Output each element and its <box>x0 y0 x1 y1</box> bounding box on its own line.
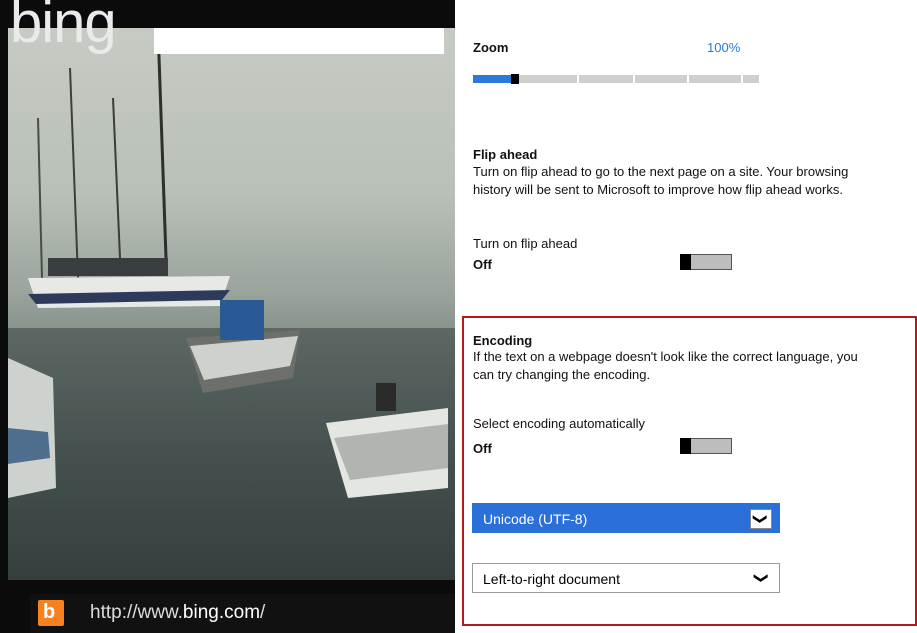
zoom-label: Zoom <box>473 40 509 55</box>
text-direction-select[interactable]: Left-to-right document ❯ <box>472 563 780 593</box>
zoom-slider-track[interactable] <box>519 75 759 83</box>
flip-ahead-toggle[interactable] <box>680 254 732 270</box>
bing-preview-panel: bing b http://www.bing.com/ <box>0 0 455 633</box>
chevron-down-icon[interactable]: ❯ <box>750 509 772 529</box>
bing-b-icon: b <box>38 600 64 626</box>
encoding-select-value: Unicode (UTF-8) <box>483 511 588 527</box>
zoom-slider[interactable] <box>473 74 759 84</box>
encoding-select[interactable]: Unicode (UTF-8) ❯ <box>472 503 780 533</box>
address-url[interactable]: http://www.bing.com/ <box>90 602 265 624</box>
url-suffix: / <box>260 602 266 623</box>
zoom-slider-fill <box>473 75 511 83</box>
bing-logo: bing <box>10 0 117 55</box>
flip-ahead-heading: Flip ahead <box>473 147 538 162</box>
zoom-slider-thumb[interactable] <box>511 74 519 84</box>
address-bar[interactable]: b http://www.bing.com/ <box>30 594 455 633</box>
flip-ahead-state: Off <box>473 257 492 272</box>
flip-ahead-toggle-label: Turn on flip ahead <box>473 236 578 251</box>
flip-ahead-description-2: history will be sent to Microsoft to imp… <box>473 182 843 197</box>
text-direction-select-value: Left-to-right document <box>483 571 620 587</box>
background-photo <box>8 28 455 580</box>
toggle-knob[interactable] <box>680 254 691 270</box>
chevron-down-icon[interactable]: ❯ <box>752 569 772 587</box>
flip-ahead-description-1: Turn on flip ahead to go to the next pag… <box>473 164 849 179</box>
url-domain: bing.com <box>182 602 261 623</box>
zoom-value: 100% <box>707 40 741 55</box>
url-prefix: http://www. <box>90 602 183 623</box>
bing-search-box[interactable] <box>154 28 444 54</box>
harbor-boats-image <box>8 28 455 580</box>
